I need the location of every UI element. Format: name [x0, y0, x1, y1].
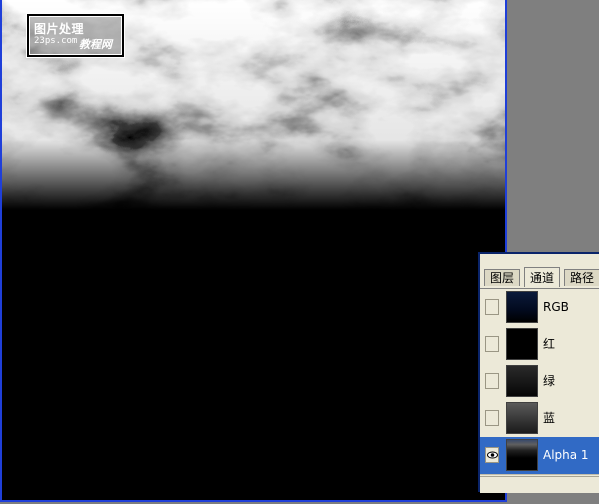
channel-row-blue[interactable]: 蓝 — [480, 400, 599, 438]
visibility-toggle[interactable] — [485, 447, 499, 463]
channel-row-green[interactable]: 绿 — [480, 363, 599, 401]
panel-tab-strip: 图层 通道 路径 — [480, 267, 599, 289]
clouds-render-image — [2, 0, 505, 500]
channel-thumbnail-red — [506, 328, 538, 360]
panel-footer — [480, 476, 599, 493]
watermark-line-3: 教程网 — [79, 38, 112, 51]
visibility-toggle[interactable] — [485, 410, 499, 426]
tab-paths[interactable]: 路径 — [564, 269, 599, 286]
channel-thumbnail-green — [506, 365, 538, 397]
document-canvas[interactable]: 图片处理 23ps.com 教程网 — [0, 0, 507, 502]
eye-icon — [487, 449, 498, 465]
channels-panel: 图层 通道 路径 RGB 红 绿 蓝 Alpha 1 — [478, 252, 599, 493]
visibility-toggle[interactable] — [485, 336, 499, 352]
channel-row-red[interactable]: 红 — [480, 326, 599, 364]
tab-channels[interactable]: 通道 — [524, 267, 561, 287]
channel-label: 红 — [543, 337, 556, 351]
tab-layers[interactable]: 图层 — [484, 269, 521, 286]
visibility-toggle[interactable] — [485, 299, 499, 315]
watermark-logo: 图片处理 23ps.com 教程网 — [26, 13, 125, 58]
watermark-line-1: 图片处理 — [34, 22, 85, 36]
channel-label: 绿 — [543, 374, 556, 388]
channel-label: RGB — [543, 300, 569, 314]
watermark-line-2: 23ps.com — [34, 36, 78, 46]
channel-thumbnail-alpha-1 — [506, 439, 538, 471]
visibility-toggle[interactable] — [485, 373, 499, 389]
channel-thumbnail-blue — [506, 402, 538, 434]
channel-row-alpha-1[interactable]: Alpha 1 — [480, 437, 599, 475]
channel-label: 蓝 — [543, 411, 556, 425]
channel-row-rgb[interactable]: RGB — [480, 289, 599, 327]
channel-thumbnail-rgb — [506, 291, 538, 323]
channel-label: Alpha 1 — [543, 448, 589, 462]
